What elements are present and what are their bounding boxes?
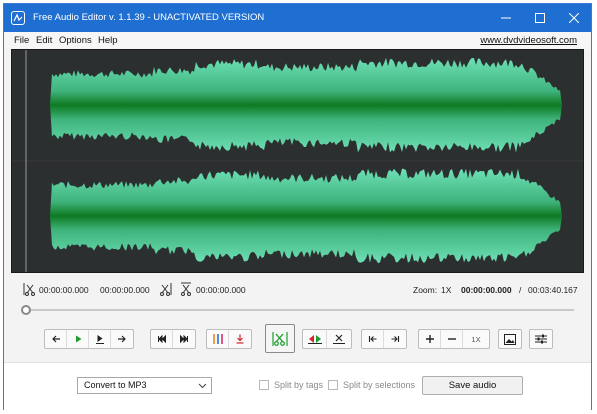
window-title: Free Audio Editor v. 1.1.39 - UNACTIVATE… [33, 12, 265, 23]
split-icon [307, 335, 322, 344]
play-icon [75, 335, 81, 343]
split-audio-button[interactable] [303, 330, 327, 348]
time-info-row: 00:00:00.000 00:00:00.000 00:00:00.000 Z… [4, 281, 591, 299]
plus-icon [425, 335, 434, 343]
go-to-selection-end-button[interactable] [384, 330, 406, 348]
waveform-lower-channel [12, 168, 582, 264]
rewind-button[interactable] [45, 330, 67, 348]
edit-group [302, 329, 352, 349]
website-link[interactable]: www.dvdvideosoft.com [480, 35, 577, 46]
chevron-down-icon [198, 383, 207, 389]
close-icon [569, 13, 579, 23]
maximize-button[interactable] [523, 4, 557, 32]
total-duration-time: 00:03:40.167 [528, 285, 578, 295]
output-format-value: Convert to MP3 [84, 380, 147, 390]
close-button[interactable] [557, 4, 591, 32]
waveform-view[interactable] [11, 49, 584, 273]
delete-selection-button[interactable] [327, 330, 351, 348]
selection-end-time: 00:00:00.000 [100, 285, 150, 295]
zoom-group: 1X [418, 329, 490, 349]
minus-icon [447, 338, 456, 340]
skip-to-start-button[interactable] [151, 330, 173, 348]
zoom-value: 1X [441, 285, 452, 295]
sliders-icon [535, 334, 547, 344]
split-by-tags-checkbox[interactable]: Split by tags [259, 380, 323, 390]
app-window: Free Audio Editor v. 1.1.39 - UNACTIVATE… [3, 3, 592, 410]
play-to-end-icon [95, 335, 104, 344]
transport-group [44, 329, 134, 349]
maximize-icon [535, 13, 545, 23]
editing-toolbar: 1X [4, 324, 591, 354]
markers-icon [212, 334, 223, 344]
zoom-out-button[interactable] [441, 330, 463, 348]
output-format-select[interactable]: Convert to MP3 [77, 377, 212, 394]
zoom-reset-button[interactable]: 1X [463, 330, 489, 348]
selection-end-icon[interactable] [160, 282, 172, 296]
play-button[interactable] [67, 330, 89, 348]
minimize-icon [501, 17, 511, 19]
split-by-selections-box[interactable] [328, 380, 338, 390]
cut-time: 00:00:00.000 [196, 285, 246, 295]
title-bar: Free Audio Editor v. 1.1.39 - UNACTIVATE… [4, 4, 591, 32]
delete-x-icon [333, 334, 345, 344]
play-selection-button[interactable] [89, 330, 111, 348]
skip-to-end-button[interactable] [173, 330, 195, 348]
zoom-in-button[interactable] [419, 330, 441, 348]
playback-position-slider[interactable] [21, 305, 574, 315]
scissors-icon [272, 331, 288, 346]
navigation-group [361, 329, 407, 349]
forward-button[interactable] [111, 330, 133, 348]
cut-point-icon[interactable] [180, 282, 192, 296]
menu-file[interactable]: File [14, 35, 29, 46]
download-arrow-icon [236, 334, 244, 344]
add-marker-button[interactable] [207, 330, 229, 348]
marker-download-button[interactable] [229, 330, 251, 348]
waveform-upper-channel [12, 57, 582, 153]
time-separator: / [519, 285, 522, 295]
zoom-label: Zoom: [413, 285, 438, 295]
skip-forward-icon [180, 334, 188, 344]
save-audio-button[interactable]: Save audio [422, 376, 523, 395]
menu-options[interactable]: Options [59, 35, 92, 46]
to-end-icon [391, 336, 400, 342]
selection-start-icon[interactable] [23, 282, 35, 296]
output-panel: Convert to MP3 Split by tags Split by se… [4, 362, 591, 410]
image-icon [504, 333, 516, 345]
go-to-selection-start-button[interactable] [362, 330, 384, 348]
slider-thumb[interactable] [21, 305, 31, 315]
split-by-tags-label: Split by tags [274, 380, 324, 390]
cut-selection-button[interactable] [265, 324, 295, 353]
marker-group [206, 329, 252, 349]
equalizer-settings-button[interactable] [530, 330, 552, 348]
skip-group [150, 329, 196, 349]
settings-group [529, 329, 553, 349]
menu-edit[interactable]: Edit [36, 35, 52, 46]
selection-start-time: 00:00:00.000 [39, 285, 89, 295]
current-position-time: 00:00:00.000 [461, 285, 512, 295]
split-by-selections-label: Split by selections [343, 380, 416, 390]
waveform-graphic [12, 50, 583, 272]
app-logo-icon [11, 11, 25, 25]
skip-back-icon [157, 334, 166, 344]
image-group [498, 329, 522, 349]
split-by-selections-checkbox[interactable]: Split by selections [328, 380, 415, 390]
cover-image-button[interactable] [499, 330, 521, 348]
arrow-left-icon [51, 335, 60, 343]
arrow-right-icon [118, 335, 126, 343]
to-start-icon [368, 336, 376, 342]
split-by-tags-box[interactable] [259, 380, 269, 390]
menu-help[interactable]: Help [98, 35, 118, 46]
slider-track [25, 309, 574, 311]
menu-bar: File Edit Options Help www.dvdvideosoft.… [4, 32, 591, 49]
minimize-button[interactable] [489, 4, 523, 32]
